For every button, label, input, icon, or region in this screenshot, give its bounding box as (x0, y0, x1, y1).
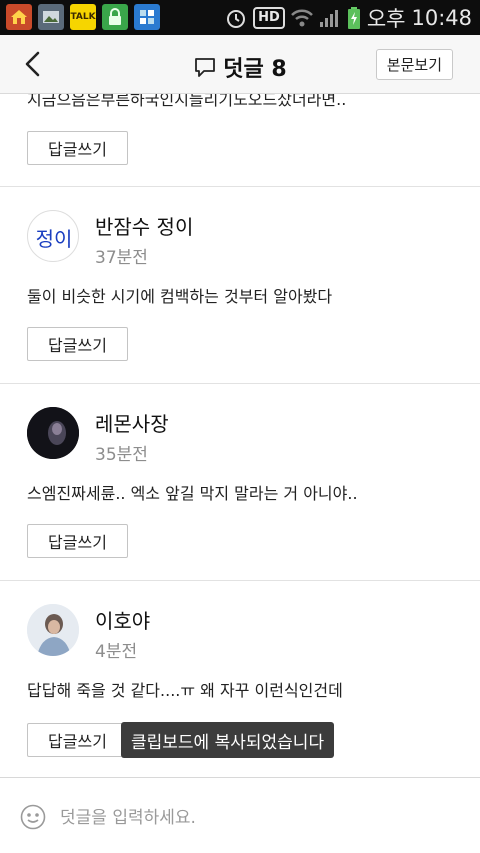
avatar[interactable]: 정이 (27, 210, 79, 262)
divider (0, 383, 480, 384)
comment-author[interactable]: 반잠수 정이 (95, 211, 193, 240)
talk-icon: TALK (70, 4, 96, 30)
emoticon-icon[interactable] (20, 804, 46, 830)
comment-author[interactable]: 이호야 (95, 605, 150, 634)
clipboard-toast: 클립보드에 복사되었습니다 (121, 722, 335, 758)
comment-author[interactable]: 레몬사장 (95, 408, 169, 437)
comment-text[interactable]: 답답해 죽을 것 같다....ㅠ 왜 자꾸 이런식인건데 (27, 677, 343, 701)
comment-input-bar (0, 777, 480, 853)
battery-icon (347, 6, 360, 29)
comment-text[interactable]: 둘이 비슷한 시기에 컴백하는 것부터 알아봤다 (27, 283, 332, 307)
view-original-button[interactable]: 본문보기 (375, 49, 453, 80)
comment-input[interactable] (60, 804, 440, 832)
reply-button[interactable]: 답글쓰기 (27, 723, 128, 757)
reply-button[interactable]: 답글쓰기 (27, 131, 128, 165)
home-icon (6, 4, 32, 30)
avatar[interactable] (27, 407, 79, 459)
avatar[interactable] (27, 604, 79, 656)
notification-icons: TALK (6, 4, 160, 30)
avatar-image (27, 604, 79, 656)
comment-time: 4분전 (95, 642, 138, 662)
status-bar: TALK HD 오후 10:48 (0, 0, 480, 35)
svg-text:정이: 정이 (36, 227, 73, 251)
signal-icon (319, 9, 338, 27)
speech-bubble-icon (195, 58, 216, 77)
time-period: 오후 (366, 6, 406, 31)
comment-time: 37분전 (95, 248, 148, 268)
alarm-icon (227, 9, 246, 28)
divider (0, 580, 480, 581)
app-icon (134, 4, 160, 30)
comment-time: 35분전 (95, 445, 148, 465)
reply-button[interactable]: 답글쓰기 (27, 524, 128, 558)
reply-button[interactable]: 답글쓰기 (27, 327, 128, 361)
avatar-image: 정이 (36, 227, 73, 251)
hd-badge: HD (253, 6, 285, 29)
lock-icon (102, 4, 128, 30)
divider (0, 186, 480, 187)
page-title: 덧글 8 (223, 57, 287, 82)
header: 덧글 8 본문보기 (0, 35, 480, 94)
wifi-icon (290, 9, 313, 26)
status-indicators: HD 오후 10:48 (225, 0, 472, 35)
gallery-icon (38, 4, 64, 30)
clock: 10:48 (411, 5, 472, 30)
comment-text[interactable]: 스엠진짜세륜.. 엑소 앞길 막지 말라는 거 아니야.. (27, 480, 358, 504)
avatar-image (27, 407, 79, 459)
